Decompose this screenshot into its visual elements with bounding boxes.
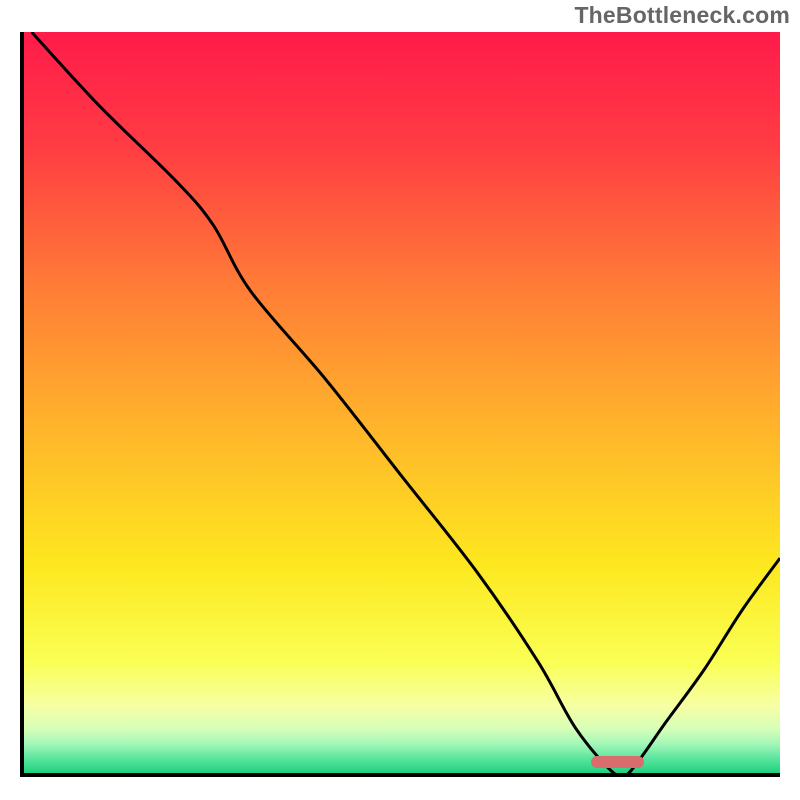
watermark-label: TheBottleneck.com — [574, 2, 790, 29]
bottleneck-curve — [24, 32, 780, 773]
curve-path — [32, 32, 780, 773]
optimum-marker — [591, 756, 644, 768]
plot-area — [20, 32, 780, 777]
chart-container: TheBottleneck.com — [0, 0, 800, 800]
